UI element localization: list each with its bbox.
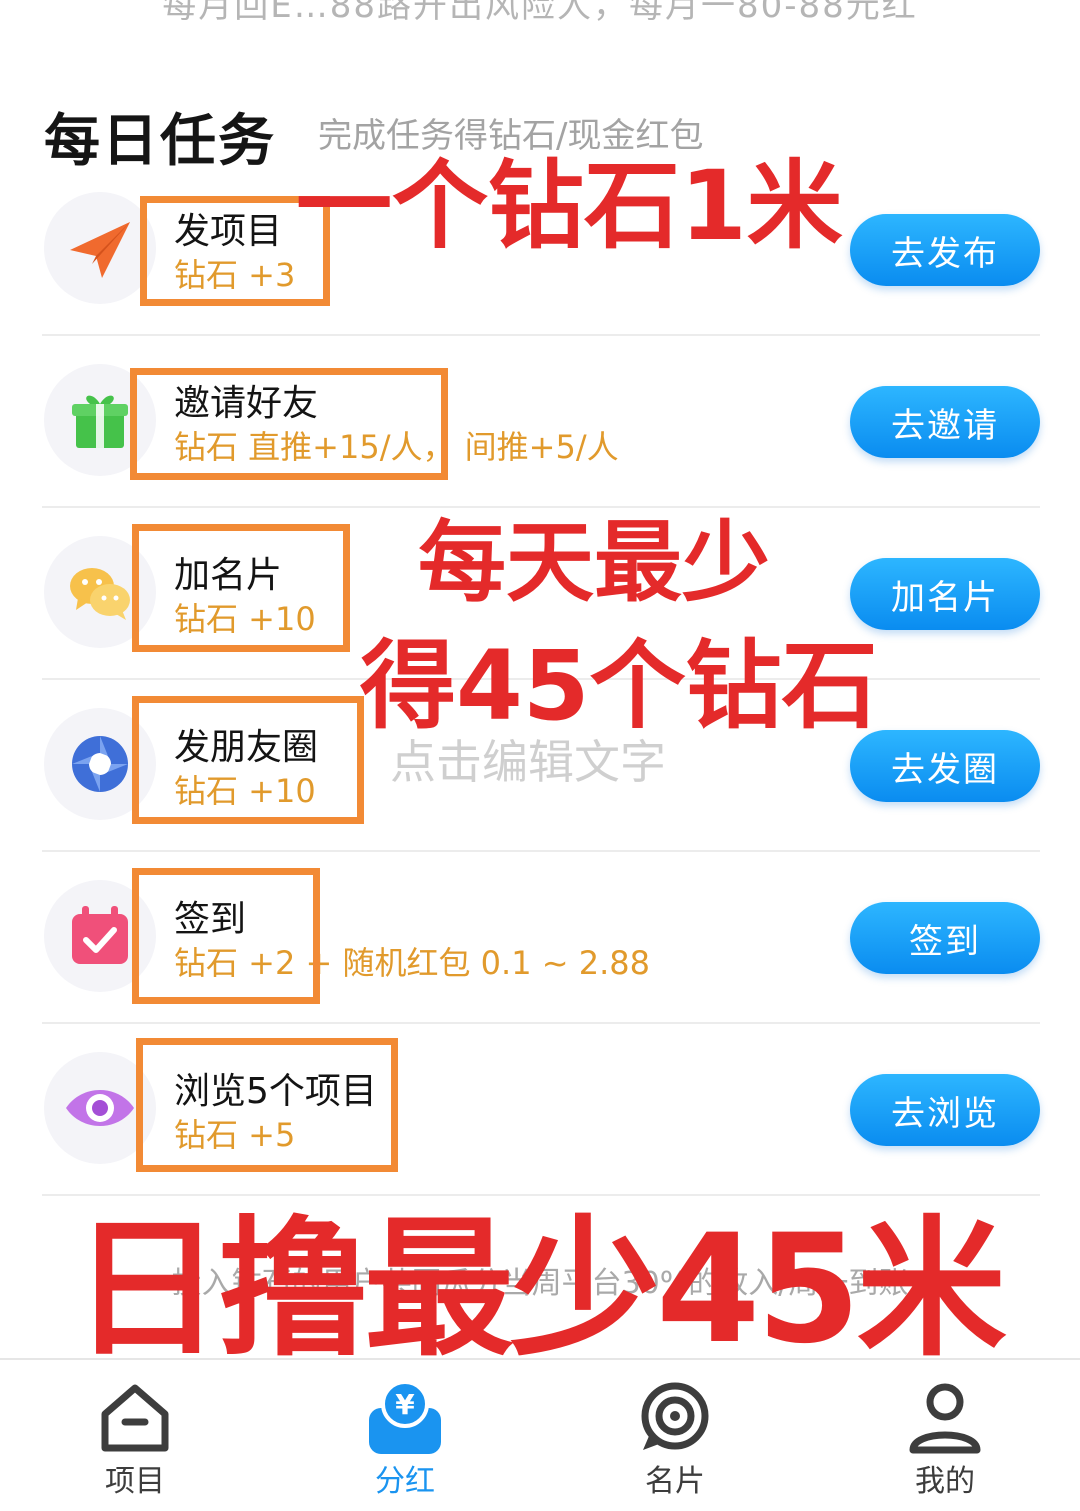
- highlight-box: [136, 1038, 398, 1172]
- highlight-box: [132, 524, 350, 652]
- post-moments-button[interactable]: 去发圈: [850, 730, 1040, 802]
- tab-projects[interactable]: 项目: [0, 1360, 270, 1511]
- overlay-text-45-diamonds: 得45个钻石: [360, 630, 878, 742]
- tab-label: 分红: [375, 1464, 435, 1499]
- tab-dividend[interactable]: ¥ 分红: [270, 1360, 540, 1511]
- browse-button[interactable]: 去浏览: [850, 1074, 1040, 1146]
- tab-card[interactable]: 名片: [540, 1360, 810, 1511]
- home-icon: [101, 1384, 169, 1452]
- highlight-box: [132, 868, 320, 1004]
- overlay-text-daily-45: 日撸最少45米: [72, 1203, 1007, 1377]
- truncated-top-text: 每月回E…88路开出风险人，每月一80-88元红: [162, 0, 918, 26]
- highlight-box: [130, 368, 448, 480]
- task-row-invite: 邀请好友 钻石 直推+15/人， 间推+5/人 去邀请: [0, 336, 1080, 508]
- tab-label: 我的: [915, 1464, 975, 1499]
- tab-mine[interactable]: 我的: [810, 1360, 1080, 1511]
- invite-button[interactable]: 去邀请: [850, 386, 1040, 458]
- overlay-text-daily-min: 每天最少: [418, 511, 771, 614]
- highlight-box: [132, 696, 364, 824]
- publish-button[interactable]: 去发布: [850, 214, 1040, 286]
- overlay-text-diamond-value: 一个钻石1米: [296, 150, 843, 262]
- yuan-wallet-icon: ¥: [369, 1380, 441, 1454]
- svg-text:¥: ¥: [395, 1388, 415, 1421]
- add-card-button[interactable]: 加名片: [850, 558, 1040, 630]
- checkin-button[interactable]: 签到: [850, 902, 1040, 974]
- task-row-checkin: 签到 钻石 +2 + 随机红包 0.1 ~ 2.88 签到: [0, 852, 1080, 1024]
- bottom-tab-bar: 项目 ¥ 分红 名片 我的: [0, 1358, 1080, 1511]
- card-target-icon: [641, 1382, 709, 1450]
- user-icon: [909, 1383, 981, 1454]
- tab-label: 项目: [105, 1464, 165, 1499]
- tab-label: 名片: [645, 1464, 705, 1499]
